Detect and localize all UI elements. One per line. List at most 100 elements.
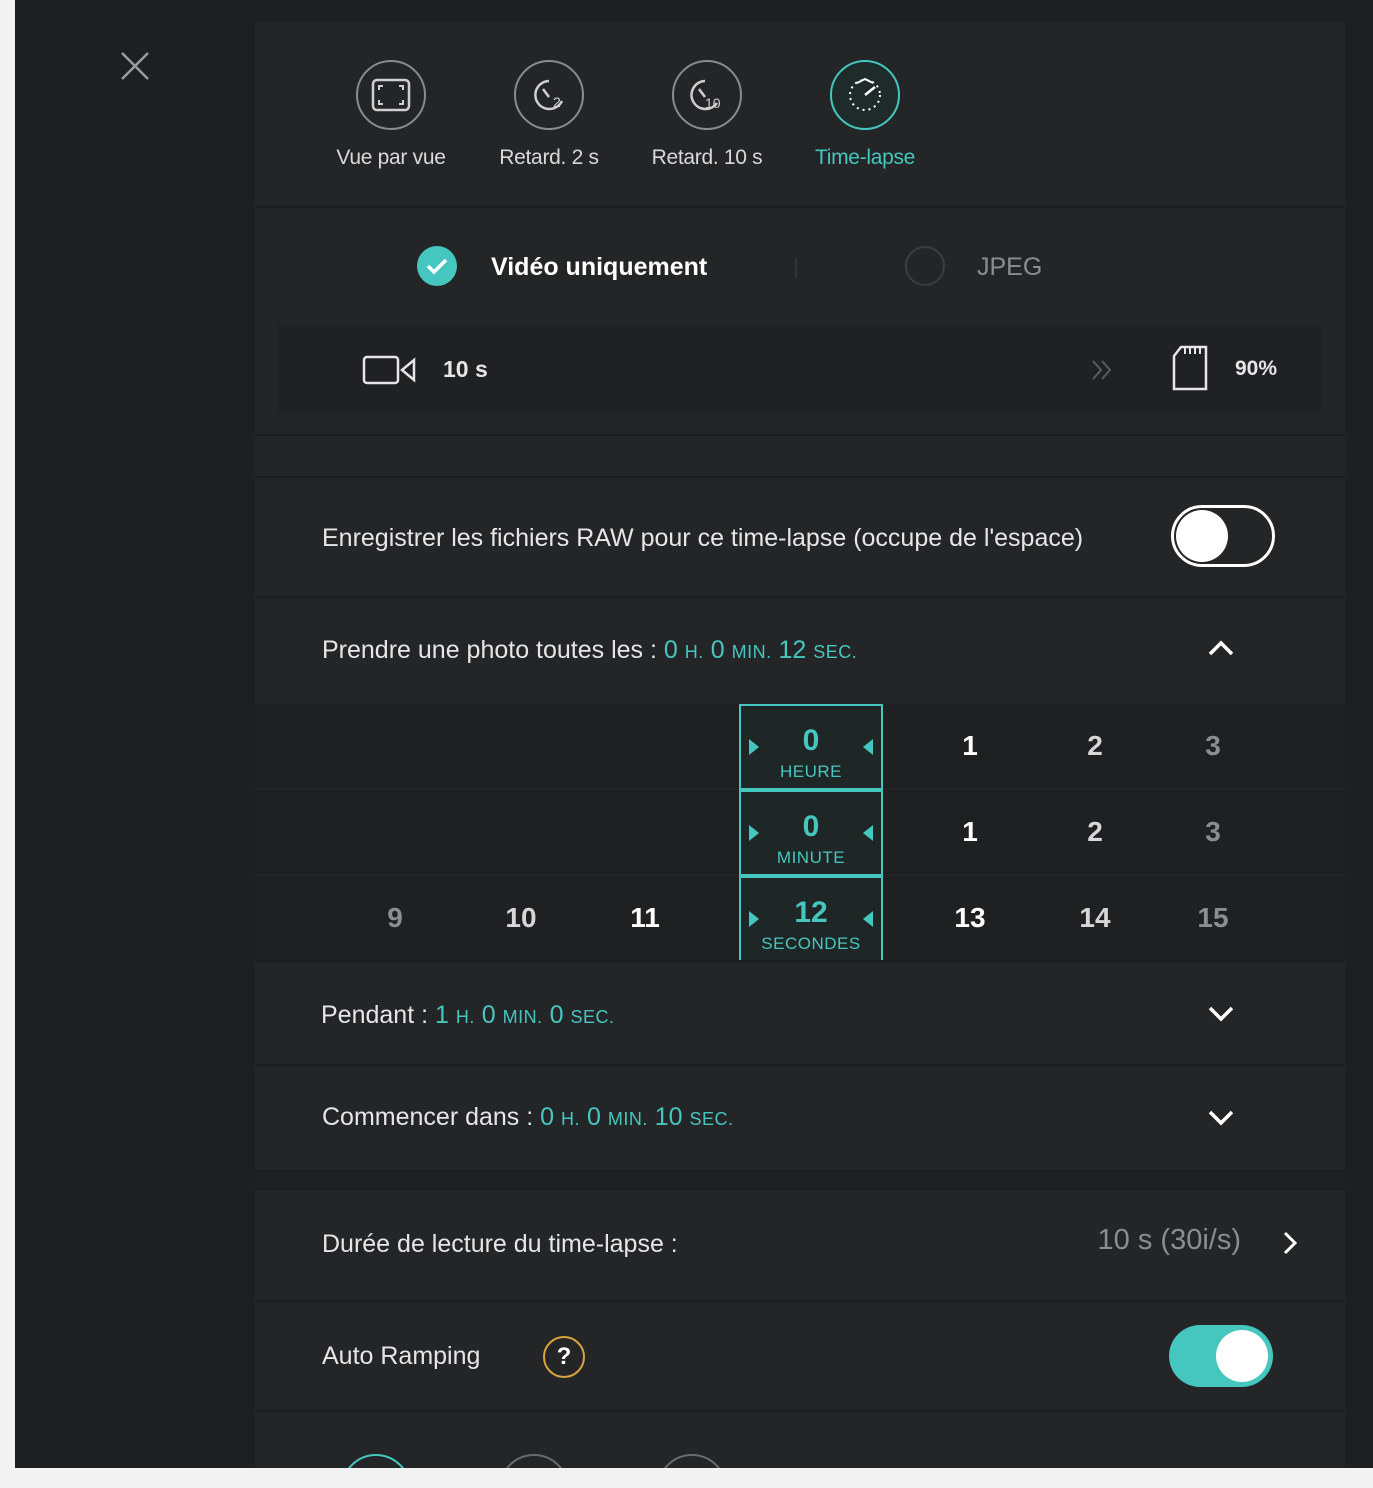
seconds-unit: SECONDES	[761, 934, 861, 953]
seconds-option[interactable]: 13	[930, 876, 1010, 960]
mode-tabs: Vue par vue 2 Retard. 2 s 10 Retard. 10 …	[255, 22, 1345, 206]
seconds-picker[interactable]: 9 10 11 12 SECONDES 13 14 15	[255, 876, 1345, 962]
spacer	[255, 436, 1345, 476]
capture-info-bar: 10 s 90%	[277, 325, 1321, 413]
hours-option[interactable]: 3	[1173, 704, 1253, 788]
interval-title: Prendre une photo toutes les :	[322, 636, 657, 664]
auto-ramping-label: Auto Ramping	[322, 1342, 481, 1370]
arrow-left-icon	[863, 739, 873, 755]
svg-text:10: 10	[705, 95, 721, 111]
raw-row: Enregistrer les fichiers RAW pour ce tim…	[255, 478, 1345, 596]
sd-card-icon	[1172, 345, 1208, 391]
toggle-knob	[1216, 1330, 1268, 1382]
hours-selected[interactable]: 0 HEURE	[739, 704, 883, 790]
arrow-left-icon	[863, 825, 873, 841]
svg-text:2: 2	[553, 94, 561, 110]
seconds-option[interactable]: 14	[1055, 876, 1135, 960]
start-seconds: 10	[654, 1103, 683, 1131]
tab-timer-10s[interactable]: 10 Retard. 10 s	[632, 60, 782, 170]
interval-row[interactable]: Prendre une photo toutes les : 0 H. 0 MI…	[255, 598, 1345, 702]
tab-label: Time-lapse	[814, 146, 916, 169]
chevron-right-icon[interactable]	[1280, 1228, 1300, 1258]
hours-option[interactable]: 2	[1055, 704, 1135, 788]
start-label: Commencer dans : 0 H. 0 MIN. 10 SEC.	[322, 1103, 734, 1132]
playback-value: 10 s (30i/s)	[1097, 1224, 1241, 1256]
minutes-selected[interactable]: 0 MINUTE	[739, 790, 883, 876]
tab-label: Retard. 2 s	[499, 146, 599, 169]
help-button[interactable]: ?	[543, 1336, 585, 1378]
interval-minutes: 0	[710, 636, 725, 664]
duration-seconds-unit: SEC.	[570, 1007, 615, 1027]
raw-label: Enregistrer les fichiers RAW pour ce tim…	[322, 524, 1084, 552]
app-window: Vue par vue 2 Retard. 2 s 10 Retard. 10 …	[15, 0, 1373, 1468]
chevron-down-icon[interactable]	[1207, 1004, 1235, 1024]
spacer	[255, 1172, 1345, 1190]
chevron-up-icon[interactable]	[1207, 638, 1235, 658]
duration-row[interactable]: Pendant : 1 H. 0 MIN. 0 SEC.	[255, 962, 1345, 1064]
minutes-option[interactable]: 3	[1173, 790, 1253, 874]
minutes-value: 0	[802, 810, 820, 843]
interval-hours-unit: H.	[684, 642, 704, 662]
interval-seconds-unit: SEC.	[813, 642, 858, 662]
playback-label: Durée de lecture du time-lapse :	[322, 1230, 678, 1258]
tab-timer-10s-circle: 10	[672, 60, 742, 130]
hours-unit: HEURE	[779, 762, 842, 781]
seconds-option[interactable]: 11	[605, 876, 685, 960]
seconds-option[interactable]: 15	[1173, 876, 1253, 960]
storage-percent: 90%	[1235, 357, 1278, 380]
timer-10s-icon: 10	[690, 79, 721, 111]
ramping-option-circle[interactable]	[657, 1454, 727, 1468]
single-frame-icon	[371, 78, 411, 112]
settings-panel: Vue par vue 2 Retard. 2 s 10 Retard. 10 …	[255, 22, 1345, 1468]
tab-timelapse-circle	[830, 60, 900, 130]
start-minutes-unit: MIN.	[607, 1109, 648, 1129]
raw-toggle[interactable]	[1171, 505, 1275, 567]
minutes-unit: MINUTE	[776, 848, 846, 867]
chevron-down-icon[interactable]	[1207, 1108, 1235, 1128]
video-only-label[interactable]: Vidéo uniquement	[491, 253, 707, 282]
interval-label: Prendre une photo toutes les : 0 H. 0 MI…	[322, 636, 857, 665]
close-button[interactable]	[115, 46, 155, 86]
chevrons-right-icon	[1092, 360, 1112, 380]
auto-ramping-row: Auto Ramping ?	[255, 1302, 1345, 1410]
playback-row[interactable]: Durée de lecture du time-lapse : 10 s (3…	[255, 1190, 1345, 1300]
minutes-picker[interactable]: 0 MINUTE 1 2 3	[255, 790, 1345, 876]
tab-timer-2s[interactable]: 2 Retard. 2 s	[474, 60, 624, 170]
timer-2s-icon: 2	[534, 79, 564, 111]
toggle-knob	[1176, 510, 1228, 562]
interval-seconds: 12	[778, 636, 807, 664]
seconds-option[interactable]: 9	[355, 876, 435, 960]
separator	[795, 258, 797, 278]
duration-seconds: 0	[549, 1001, 564, 1029]
video-only-radio[interactable]	[417, 246, 457, 286]
interval-minutes-unit: MIN.	[731, 642, 772, 662]
check-icon	[426, 258, 448, 275]
start-row[interactable]: Commencer dans : 0 H. 0 MIN. 10 SEC.	[255, 1066, 1345, 1170]
duration-minutes-unit: MIN.	[502, 1007, 543, 1027]
hours-option[interactable]: 1	[930, 704, 1010, 788]
minutes-option[interactable]: 2	[1055, 790, 1135, 874]
ramping-options	[255, 1412, 1345, 1468]
jpeg-radio[interactable]	[905, 246, 945, 286]
jpeg-label[interactable]: JPEG	[977, 253, 1042, 282]
start-seconds-unit: SEC.	[689, 1109, 734, 1129]
ramping-option-circle[interactable]	[341, 1454, 411, 1468]
minutes-option[interactable]: 1	[930, 790, 1010, 874]
ramping-option-circle[interactable]	[499, 1454, 569, 1468]
start-minutes: 0	[586, 1103, 601, 1131]
hours-picker[interactable]: 0 HEURE 1 2 3	[255, 704, 1345, 790]
auto-ramping-toggle[interactable]	[1169, 1325, 1273, 1387]
interval-hours: 0	[663, 636, 678, 664]
start-hours: 0	[540, 1103, 555, 1131]
tab-timelapse[interactable]: Time-lapse	[790, 60, 940, 170]
seconds-selected[interactable]: 12 SECONDES	[739, 876, 883, 962]
help-icon: ?	[556, 1343, 572, 1370]
start-hours-unit: H.	[561, 1109, 581, 1129]
duration-label: Pendant : 1 H. 0 MIN. 0 SEC.	[321, 1001, 614, 1030]
video-camera-icon	[362, 355, 416, 385]
arrow-left-icon	[863, 911, 873, 927]
hours-value: 0	[802, 724, 820, 757]
tab-single-frame[interactable]: Vue par vue	[316, 60, 466, 170]
tab-single-frame-circle	[356, 60, 426, 130]
seconds-option[interactable]: 10	[481, 876, 561, 960]
